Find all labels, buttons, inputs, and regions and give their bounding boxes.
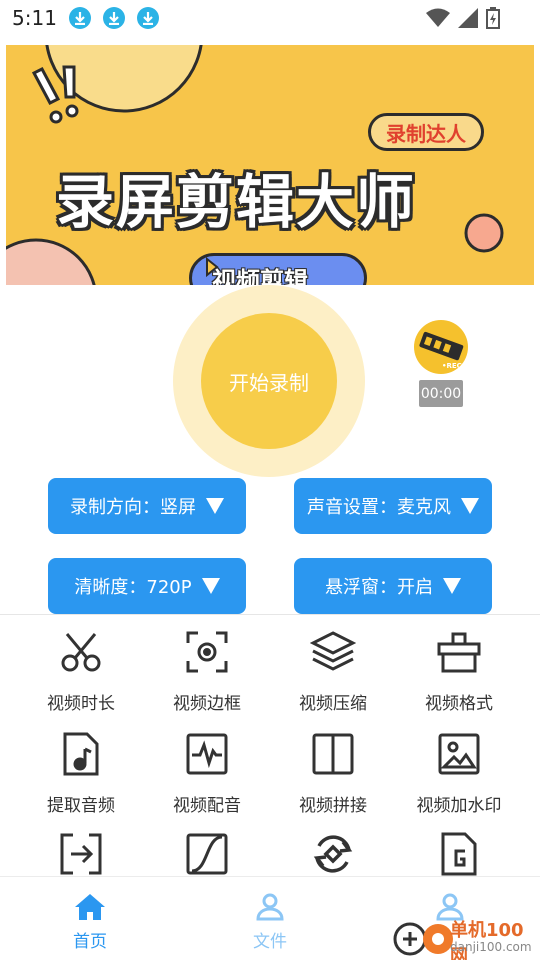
layers-icon: [309, 628, 357, 676]
dropdown-triangle-icon: [443, 578, 461, 594]
user-icon: [256, 893, 284, 921]
tool-label: 视频压缩: [299, 694, 367, 714]
tool-video-duration[interactable]: 视频时长: [21, 628, 141, 728]
svg-text:•REC: •REC: [442, 362, 462, 370]
gift-box-icon: [435, 628, 483, 676]
tool-label: 视频配音: [173, 796, 241, 816]
watermark-url: danji100.com: [450, 940, 532, 954]
resolution-dropdown[interactable]: 清晰度：720P: [48, 558, 246, 614]
status-time: 5:11: [12, 6, 57, 30]
image-icon: [435, 730, 483, 778]
download-icon: [68, 7, 91, 29]
rec-floating-icon[interactable]: •REC: [414, 320, 468, 374]
nav-home[interactable]: 首页: [30, 893, 150, 952]
tool-label: 视频拼接: [299, 796, 367, 816]
chevron-right-icon: [206, 256, 219, 278]
tool-video-merge[interactable]: 视频拼接: [273, 730, 393, 830]
audio-setting-dropdown[interactable]: 声音设置：麦克风: [294, 478, 492, 534]
tool-video-format[interactable]: 视频格式: [399, 628, 519, 728]
banner-title: 录屏剪辑大师: [56, 168, 417, 236]
split-panel-icon: [309, 730, 357, 778]
rotate-icon: [309, 830, 357, 878]
status-icons: [426, 7, 500, 29]
start-record-button[interactable]: 开始录制: [201, 313, 337, 449]
download-icon: [102, 7, 125, 29]
setting-label: 清晰度：720P: [74, 577, 192, 598]
banner-button-label: 视频剪辑: [212, 266, 308, 286]
status-bar: 5:11: [0, 0, 540, 36]
curve-icon: [183, 830, 231, 878]
frame-focus-icon: [183, 628, 231, 676]
home-icon: [75, 894, 105, 920]
divider: [0, 614, 540, 615]
waveform-icon: [183, 730, 231, 778]
tool-video-watermark[interactable]: 视频加水印: [399, 730, 519, 830]
scissors-icon: [57, 628, 105, 676]
nav-label: 文件: [253, 932, 287, 952]
tool-label: 视频时长: [47, 694, 115, 714]
setting-label: 声音设置：麦克风: [307, 497, 451, 518]
tool-label: 视频边框: [173, 694, 241, 714]
dropdown-triangle-icon: [461, 498, 479, 514]
record-timer: 00:00: [419, 380, 463, 407]
nav-files[interactable]: 文件: [210, 893, 330, 952]
tool-label: 提取音频: [47, 796, 115, 816]
setting-label: 录制方向：竖屏: [70, 497, 196, 518]
wifi-icon: [426, 8, 450, 27]
download-icon: [136, 7, 159, 29]
gif-file-icon: [435, 830, 483, 878]
floating-window-dropdown[interactable]: 悬浮窗：开启: [294, 558, 492, 614]
music-file-icon: [57, 730, 105, 778]
dropdown-triangle-icon: [201, 578, 220, 594]
promo-banner[interactable]: 录制达人 录屏剪辑大师 视频剪辑: [6, 45, 534, 285]
tool-video-border[interactable]: 视频边框: [147, 628, 267, 728]
setting-label: 悬浮窗：开启: [325, 577, 433, 598]
import-arrow-icon: [57, 830, 105, 878]
signal-icon: [458, 8, 478, 28]
record-orientation-dropdown[interactable]: 录制方向：竖屏: [48, 478, 246, 534]
tool-video-dubbing[interactable]: 视频配音: [147, 730, 267, 830]
dropdown-triangle-icon: [206, 498, 224, 514]
banner-video-edit-button[interactable]: 视频剪辑: [189, 253, 367, 285]
tool-extract-audio[interactable]: 提取音频: [21, 730, 141, 830]
banner-badge: 录制达人: [368, 113, 484, 151]
nav-label: 首页: [73, 932, 107, 952]
tool-label: 视频格式: [425, 694, 493, 714]
battery-charging-icon: [486, 7, 500, 29]
tool-label: 视频加水印: [416, 796, 502, 816]
tool-video-compress[interactable]: 视频压缩: [273, 628, 393, 728]
